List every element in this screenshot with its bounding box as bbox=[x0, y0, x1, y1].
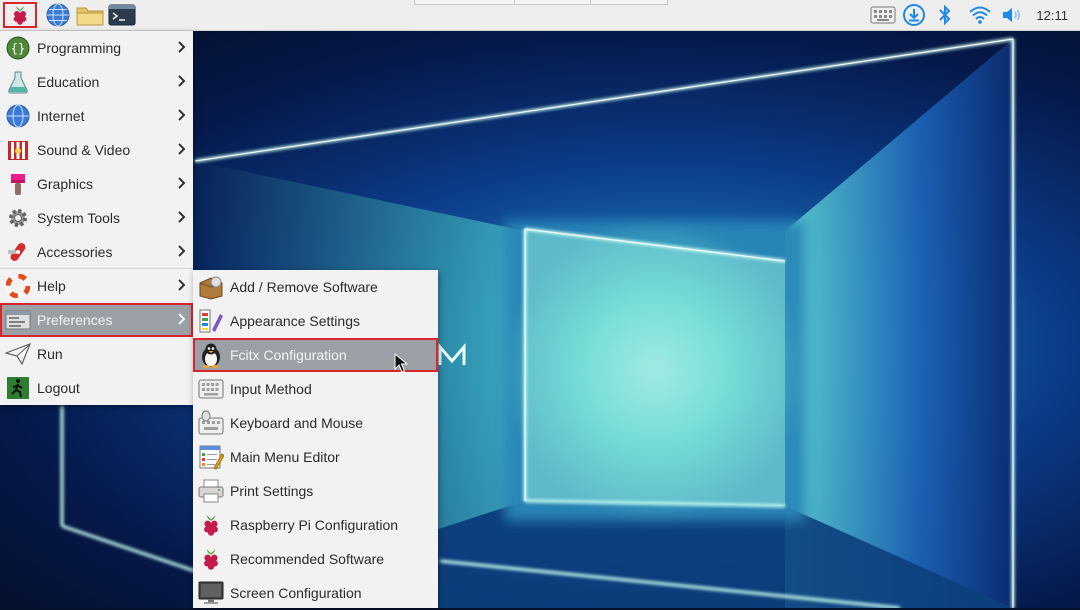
web-browser-button[interactable] bbox=[43, 2, 73, 28]
run-icon bbox=[5, 341, 31, 367]
chevron-right-icon bbox=[178, 279, 186, 291]
programming-icon: {} bbox=[5, 35, 31, 61]
menu-item-label: System Tools bbox=[37, 210, 120, 226]
menu-item-label: Education bbox=[37, 74, 100, 90]
menu-item-graphics[interactable]: Graphics bbox=[0, 167, 193, 201]
submenu-item-label: Recommended Software bbox=[230, 551, 385, 567]
submenu-item-label: Print Settings bbox=[230, 483, 314, 499]
chevron-right-icon bbox=[178, 245, 186, 257]
submenu-item-raspberry-pi-configuration[interactable]: Raspberry Pi Configuration bbox=[193, 508, 438, 542]
preferences-submenu: Add / Remove Software Appearance Setting… bbox=[193, 270, 438, 608]
submenu-item-add-remove-software[interactable]: Add / Remove Software bbox=[193, 270, 438, 304]
submenu-item-label: Add / Remove Software bbox=[230, 279, 378, 295]
chevron-right-icon bbox=[178, 177, 186, 189]
menu-item-help[interactable]: Help bbox=[0, 269, 193, 303]
raspberry-icon bbox=[198, 512, 224, 538]
menu-item-logout[interactable]: Logout bbox=[0, 371, 193, 405]
menu-item-label: Accessories bbox=[37, 244, 113, 260]
menu-item-label: Run bbox=[37, 346, 63, 362]
menu-item-education[interactable]: Education bbox=[0, 65, 193, 99]
svg-text:{}: {} bbox=[11, 42, 25, 56]
package-icon bbox=[198, 274, 224, 300]
education-icon bbox=[5, 69, 31, 95]
submenu-item-label: Input Method bbox=[230, 381, 312, 397]
chevron-right-icon bbox=[178, 313, 186, 325]
menu-item-label: Programming bbox=[37, 40, 122, 56]
menu-item-internet[interactable]: Internet bbox=[0, 99, 193, 133]
sound-video-icon bbox=[5, 137, 31, 163]
globe-icon bbox=[46, 3, 70, 27]
keyboard-icon bbox=[198, 376, 224, 402]
system-tools-icon bbox=[5, 205, 31, 231]
download-icon bbox=[903, 4, 925, 26]
terminal-icon bbox=[108, 4, 136, 26]
bluetooth-icon bbox=[939, 4, 951, 26]
file-manager-button[interactable] bbox=[75, 2, 105, 28]
menu-item-sound-video[interactable]: Sound & Video bbox=[0, 133, 193, 167]
menu-item-accessories[interactable]: Accessories bbox=[0, 235, 193, 269]
menu-item-label: Preferences bbox=[37, 312, 113, 328]
submenu-item-label: Keyboard and Mouse bbox=[230, 415, 364, 431]
raspberry-icon bbox=[198, 546, 224, 572]
preferences-icon bbox=[5, 307, 31, 333]
keyboard-layout-button[interactable] bbox=[868, 2, 898, 28]
taskbar-window-slot[interactable] bbox=[414, 0, 516, 5]
keyboard-icon bbox=[870, 6, 896, 24]
submenu-item-appearance-settings[interactable]: Appearance Settings bbox=[193, 304, 438, 338]
accessories-icon bbox=[5, 239, 31, 265]
penguin-icon bbox=[198, 342, 224, 368]
submenu-item-label: Appearance Settings bbox=[230, 313, 360, 329]
menu-item-programming[interactable]: {} Programming bbox=[0, 31, 193, 65]
raspberry-icon bbox=[13, 6, 27, 25]
wifi-button[interactable] bbox=[965, 2, 995, 28]
internet-icon bbox=[5, 103, 31, 129]
submenu-item-recommended-software[interactable]: Recommended Software bbox=[193, 542, 438, 576]
menu-editor-icon bbox=[198, 444, 224, 470]
help-icon bbox=[5, 273, 31, 299]
menu-item-system-tools[interactable]: System Tools bbox=[0, 201, 193, 235]
menu-item-preferences[interactable]: Preferences bbox=[0, 303, 193, 337]
clock[interactable]: 12:11 bbox=[1036, 8, 1068, 23]
menu-item-run[interactable]: Run bbox=[0, 337, 193, 371]
keyboard-mouse-icon bbox=[198, 410, 224, 436]
taskbar: 12:11 bbox=[0, 0, 1080, 31]
submenu-item-screen-configuration[interactable]: Screen Configuration bbox=[193, 576, 438, 610]
logout-icon bbox=[5, 375, 31, 401]
terminal-button[interactable] bbox=[107, 2, 137, 28]
submenu-item-print-settings[interactable]: Print Settings bbox=[193, 474, 438, 508]
updates-button[interactable] bbox=[899, 2, 929, 28]
submenu-item-label: Main Menu Editor bbox=[230, 449, 340, 465]
chevron-right-icon bbox=[178, 41, 186, 53]
mouse-cursor-icon bbox=[394, 353, 408, 373]
submenu-item-label: Screen Configuration bbox=[230, 585, 362, 601]
bluetooth-button[interactable] bbox=[930, 2, 960, 28]
main-menu: {} Programming Education Internet Sound … bbox=[0, 31, 193, 405]
chevron-right-icon bbox=[178, 109, 186, 121]
menu-item-label: Help bbox=[37, 278, 66, 294]
chevron-right-icon bbox=[178, 211, 186, 223]
volume-icon bbox=[1003, 8, 1021, 22]
submenu-item-input-method[interactable]: Input Method bbox=[193, 372, 438, 406]
taskbar-window-slot[interactable] bbox=[514, 0, 592, 5]
submenu-item-label: Raspberry Pi Configuration bbox=[230, 517, 399, 533]
chevron-right-icon bbox=[178, 143, 186, 155]
chevron-right-icon bbox=[178, 75, 186, 87]
graphics-icon bbox=[5, 171, 31, 197]
menu-item-label: Sound & Video bbox=[37, 142, 131, 158]
volume-button[interactable] bbox=[997, 2, 1027, 28]
submenu-item-label: Fcitx Configuration bbox=[230, 347, 347, 363]
taskbar-window-slot[interactable] bbox=[590, 0, 668, 5]
appearance-icon bbox=[198, 308, 224, 334]
menu-item-label: Internet bbox=[37, 108, 85, 124]
menu-item-label: Logout bbox=[37, 380, 80, 396]
printer-icon bbox=[198, 478, 224, 504]
folder-icon bbox=[76, 7, 104, 26]
raspberry-menu-button[interactable] bbox=[3, 2, 37, 28]
submenu-item-keyboard-and-mouse[interactable]: Keyboard and Mouse bbox=[193, 406, 438, 440]
monitor-icon bbox=[198, 580, 224, 606]
menu-item-label: Graphics bbox=[37, 176, 94, 192]
wifi-icon bbox=[969, 6, 991, 24]
submenu-item-main-menu-editor[interactable]: Main Menu Editor bbox=[193, 440, 438, 474]
